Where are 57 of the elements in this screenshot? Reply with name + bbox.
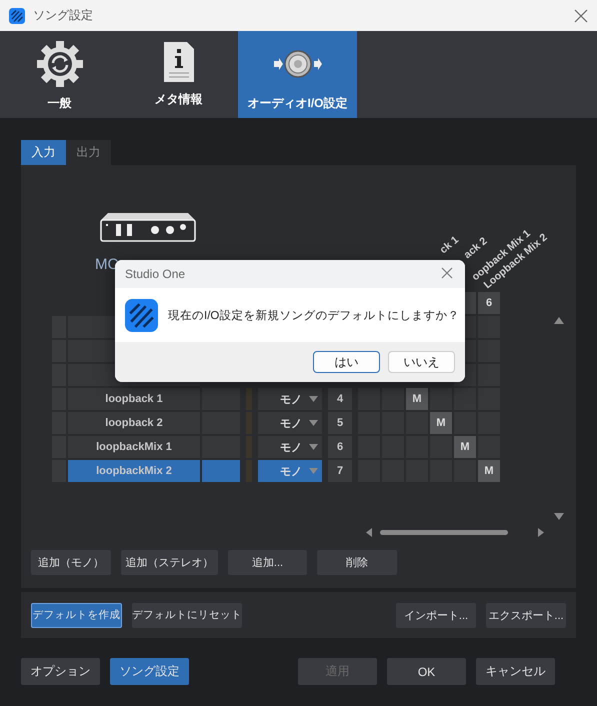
file-button[interactable]: インポート... xyxy=(396,602,476,628)
column-header: ck 1 xyxy=(438,234,462,257)
scroll-up-icon[interactable] xyxy=(554,317,564,324)
channel-name[interactable]: loopback 2 xyxy=(68,412,200,434)
channel-type-dropdown[interactable]: モノ xyxy=(258,460,322,482)
default-button[interactable]: デフォルトにリセット xyxy=(132,602,242,628)
category-tab[interactable]: 一般 xyxy=(0,31,119,118)
info-document-icon xyxy=(162,41,194,83)
caret-icon xyxy=(309,396,318,402)
caret-icon xyxy=(309,444,318,450)
routing-cell[interactable]: M xyxy=(454,436,476,458)
scrollbar-thumb[interactable] xyxy=(380,530,508,534)
dialog-title: Studio One xyxy=(125,267,186,281)
window-title: ソング設定 xyxy=(33,7,93,24)
channel-number: 5 xyxy=(328,412,352,434)
routing-cell[interactable]: M xyxy=(430,412,452,434)
channel-name[interactable]: loopback 1 xyxy=(68,388,200,410)
io-tab[interactable]: 入力 xyxy=(21,140,66,165)
channel-action-button[interactable]: 削除 xyxy=(317,550,397,575)
dialog-button[interactable]: OK xyxy=(387,658,466,685)
caret-icon xyxy=(309,468,318,474)
default-button[interactable]: デフォルトを作成 xyxy=(31,602,122,628)
color-strip xyxy=(246,388,252,410)
channel-number: 7 xyxy=(328,460,352,482)
channel-number: 6 xyxy=(328,436,352,458)
io-tab[interactable]: 出力 xyxy=(66,140,111,165)
channel-type-dropdown[interactable]: モノ xyxy=(258,436,322,458)
dialog-message: 現在のI/O設定を新規ソングのデフォルトにしますか？ xyxy=(168,308,460,322)
app-logo-icon xyxy=(9,8,25,24)
close-button[interactable] xyxy=(574,8,588,22)
routing-cell[interactable]: M xyxy=(478,460,500,482)
channel-number: 4 xyxy=(328,388,352,410)
scroll-down-icon[interactable] xyxy=(554,513,564,520)
routing-cell[interactable]: M xyxy=(406,388,428,410)
category-tab[interactable]: メタ情報 xyxy=(119,31,238,118)
gear-refresh-icon xyxy=(36,41,82,87)
footer-button[interactable]: ソング設定 xyxy=(110,658,189,685)
footer-button[interactable]: オプション xyxy=(21,658,100,685)
column-number: 6 xyxy=(478,292,500,314)
empty-cell xyxy=(202,460,240,482)
channel-action-button[interactable]: 追加（モノ） xyxy=(31,550,111,575)
scroll-right-icon[interactable] xyxy=(538,528,544,536)
dialog-button[interactable]: はい xyxy=(313,351,380,373)
channel-action-button[interactable]: 追加... xyxy=(228,550,307,575)
channel-type-dropdown[interactable]: モノ xyxy=(258,388,322,410)
scroll-left-icon[interactable] xyxy=(366,528,372,536)
channel-action-button[interactable]: 追加（ステレオ） xyxy=(121,550,218,575)
channel-name[interactable]: loopbackMix 1 xyxy=(68,436,200,458)
dialog-button[interactable]: いいえ xyxy=(388,351,455,373)
dialog-button[interactable]: キャンセル xyxy=(476,658,555,685)
caret-icon xyxy=(309,420,318,426)
app-logo-icon xyxy=(125,298,158,332)
category-tab[interactable]: オーディオI/O設定 xyxy=(238,31,357,118)
audio-interface-icon xyxy=(100,212,196,242)
file-button[interactable]: エクスポート... xyxy=(486,602,566,628)
channel-type-dropdown[interactable]: モノ xyxy=(258,412,322,434)
close-button[interactable] xyxy=(441,267,455,281)
